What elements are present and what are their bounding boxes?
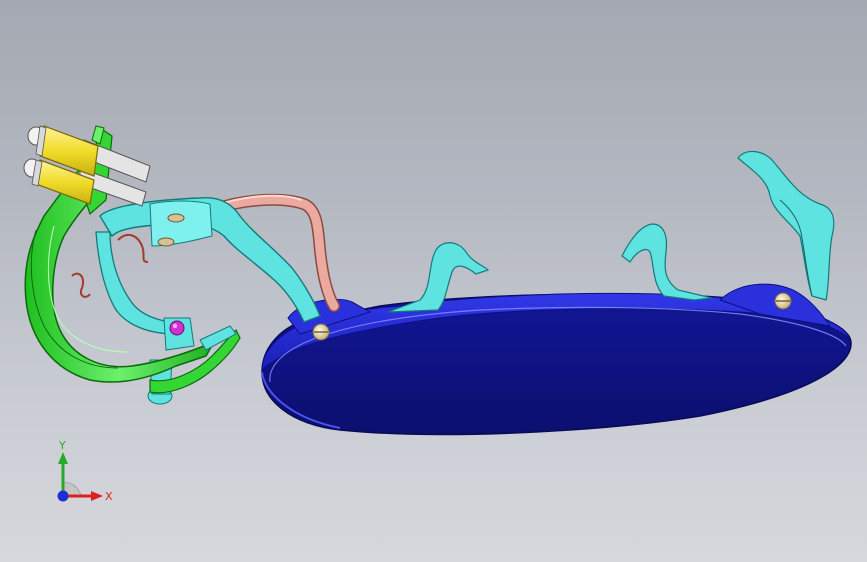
cad-viewport[interactable]: Y X	[0, 0, 867, 562]
orientation-triad[interactable]: Y X	[44, 436, 124, 516]
x-axis-label: X	[105, 490, 113, 503]
3d-model-view[interactable]	[0, 0, 867, 562]
x-axis-arrow-icon	[91, 491, 103, 501]
y-axis-label: Y	[58, 439, 66, 452]
y-axis-arrow-icon	[58, 452, 68, 464]
pin-icon	[169, 320, 185, 336]
plate-icon[interactable]	[261, 283, 852, 436]
connector-icon[interactable]	[23, 125, 151, 207]
z-axis-dot-icon	[57, 490, 69, 502]
